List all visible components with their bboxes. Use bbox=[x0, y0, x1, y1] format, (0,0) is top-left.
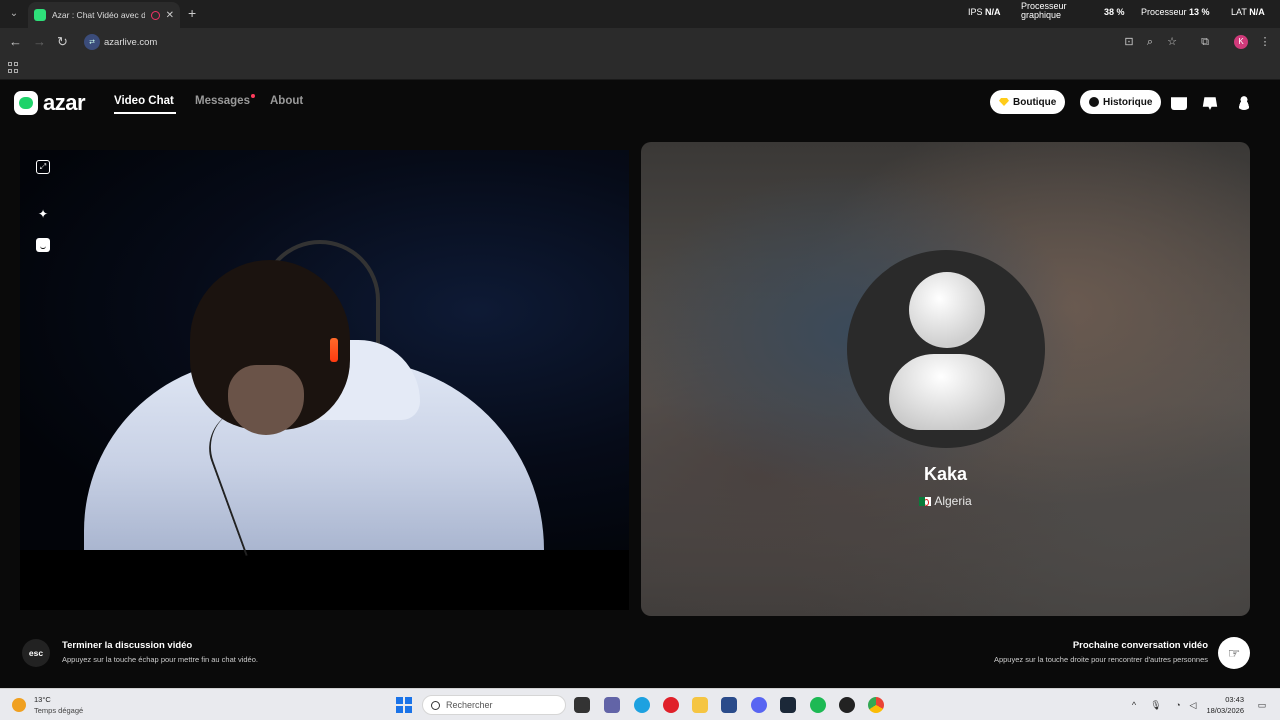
windows-start-icon[interactable] bbox=[396, 697, 412, 713]
bookmark-star-icon[interactable]: ☆ bbox=[1166, 36, 1178, 48]
self-video-feed: ⤢ ✦ bbox=[20, 150, 629, 610]
address-bar[interactable]: azarlive.com bbox=[104, 37, 157, 48]
headphone-light bbox=[330, 338, 338, 362]
nav-video-chat[interactable]: Video Chat bbox=[114, 95, 174, 107]
chevron-up-icon[interactable]: ^ bbox=[1128, 699, 1140, 711]
active-tab-underline bbox=[114, 112, 176, 114]
historique-button[interactable]: Historique bbox=[1080, 90, 1162, 114]
store-app-icon[interactable] bbox=[721, 697, 737, 713]
browser-toolbar: ← → ↻ bbox=[0, 28, 1280, 56]
wifi-icon[interactable]: ◔ bbox=[1172, 699, 1184, 711]
diamond-icon bbox=[999, 98, 1009, 106]
expand-icon[interactable]: ⤢ bbox=[36, 160, 50, 174]
gpu-stat-label: Processeur graphique bbox=[1021, 1, 1067, 20]
browser-tabbar: ⌄ Azar : Chat Vidéo avec de ✕ + IPS N/A … bbox=[0, 0, 1280, 28]
extensions-icon[interactable]: ⧉ bbox=[1199, 36, 1211, 48]
next-chat-title: Prochaine conversation vidéo bbox=[1072, 640, 1208, 651]
install-app-icon[interactable]: ⊡ bbox=[1123, 36, 1135, 48]
webcam-image bbox=[20, 150, 629, 557]
discord-icon[interactable] bbox=[751, 697, 767, 713]
search-icon bbox=[431, 700, 440, 710]
partner-video-feed: Kaka Algeria bbox=[641, 142, 1250, 616]
obs-icon[interactable] bbox=[839, 697, 855, 713]
apps-grid-icon[interactable] bbox=[8, 62, 19, 73]
magic-wand-icon[interactable]: ✦ bbox=[36, 207, 50, 221]
taskbar-date[interactable]: 18/03/2026 bbox=[1198, 706, 1244, 715]
partner-country: Algeria bbox=[641, 494, 1250, 508]
edge-icon[interactable] bbox=[634, 697, 650, 713]
azar-favicon-icon bbox=[34, 9, 46, 21]
nav-messages[interactable]: Messages bbox=[195, 95, 250, 107]
messages-notification-dot bbox=[251, 94, 255, 98]
end-chat-hint: Appuyez sur la touche échap pour mettre … bbox=[62, 655, 258, 664]
face-filter-icon[interactable] bbox=[36, 238, 50, 252]
ips-stat: IPS N/A bbox=[968, 7, 1001, 17]
teams-icon[interactable] bbox=[604, 697, 620, 713]
gpu-stat-value: 38 % bbox=[1104, 7, 1125, 17]
new-tab-button[interactable]: + bbox=[188, 6, 196, 20]
reload-icon[interactable]: ↻ bbox=[57, 34, 68, 50]
tab-search-icon[interactable]: ⌄ bbox=[6, 6, 22, 22]
algeria-flag-icon bbox=[919, 497, 932, 506]
user-avatar-icon[interactable] bbox=[1236, 94, 1252, 110]
default-avatar-head bbox=[909, 272, 985, 348]
default-avatar-body bbox=[889, 354, 1005, 430]
weather-description: Temps dégagé bbox=[34, 706, 84, 715]
forward-icon[interactable]: → bbox=[33, 34, 46, 50]
next-chat-hint: Appuyez sur la touche droite pour rencon… bbox=[993, 655, 1208, 664]
history-clock-icon bbox=[1089, 97, 1099, 107]
bell-icon[interactable] bbox=[1202, 97, 1218, 110]
partner-name: Kaka bbox=[923, 464, 968, 484]
back-icon[interactable]: ← bbox=[9, 34, 22, 50]
azar-logo[interactable]: azar bbox=[14, 90, 86, 116]
bookmarks-bar bbox=[0, 56, 1280, 80]
azar-page: azar Video Chat Messages About Boutique … bbox=[0, 80, 1280, 688]
opera-icon[interactable] bbox=[663, 697, 679, 713]
tab-close-icon[interactable]: ✕ bbox=[166, 10, 174, 21]
chrome-icon[interactable] bbox=[868, 697, 884, 713]
recording-icon bbox=[150, 10, 160, 20]
weather-temperature: 13°C bbox=[34, 695, 51, 704]
file-explorer-icon[interactable] bbox=[692, 697, 708, 713]
esc-button[interactable]: esc bbox=[22, 639, 50, 667]
store-icon[interactable] bbox=[1171, 97, 1187, 110]
boutique-button[interactable]: Boutique bbox=[990, 90, 1066, 114]
azar-logo-icon bbox=[14, 91, 38, 115]
tab-title: Azar : Chat Vidéo avec de bbox=[52, 10, 145, 20]
browser-tab[interactable]: Azar : Chat Vidéo avec de ✕ bbox=[28, 2, 180, 28]
site-info-icon[interactable]: ⇄ bbox=[84, 34, 100, 50]
weather-icon[interactable] bbox=[12, 698, 26, 712]
notification-icon[interactable]: ▭ bbox=[1256, 699, 1268, 711]
lat-stat: LAT N/A bbox=[1231, 7, 1265, 17]
taskbar-search[interactable]: Rechercher bbox=[422, 695, 566, 715]
zoom-icon[interactable]: ⌕ bbox=[1144, 36, 1156, 48]
windows-taskbar: 13°C Temps dégagé Rechercher ^ 🎙 ◔ ◁ 03:… bbox=[0, 688, 1280, 720]
end-chat-title: Terminer la discussion vidéo bbox=[62, 640, 193, 651]
browser-menu-icon[interactable]: ⋮ bbox=[1259, 36, 1271, 48]
microphone-icon[interactable]: 🎙 bbox=[1150, 699, 1162, 711]
nav-about[interactable]: About bbox=[270, 95, 303, 107]
taskbar-time[interactable]: 03:43 bbox=[1198, 695, 1244, 704]
spotify-icon[interactable] bbox=[810, 697, 826, 713]
steam-icon[interactable] bbox=[780, 697, 796, 713]
next-conversation-button[interactable]: ☞ bbox=[1218, 637, 1250, 669]
task-view-icon[interactable] bbox=[574, 697, 590, 713]
profile-avatar[interactable]: K bbox=[1234, 35, 1248, 49]
cpu-stat: Processeur 13 % bbox=[1141, 7, 1210, 17]
